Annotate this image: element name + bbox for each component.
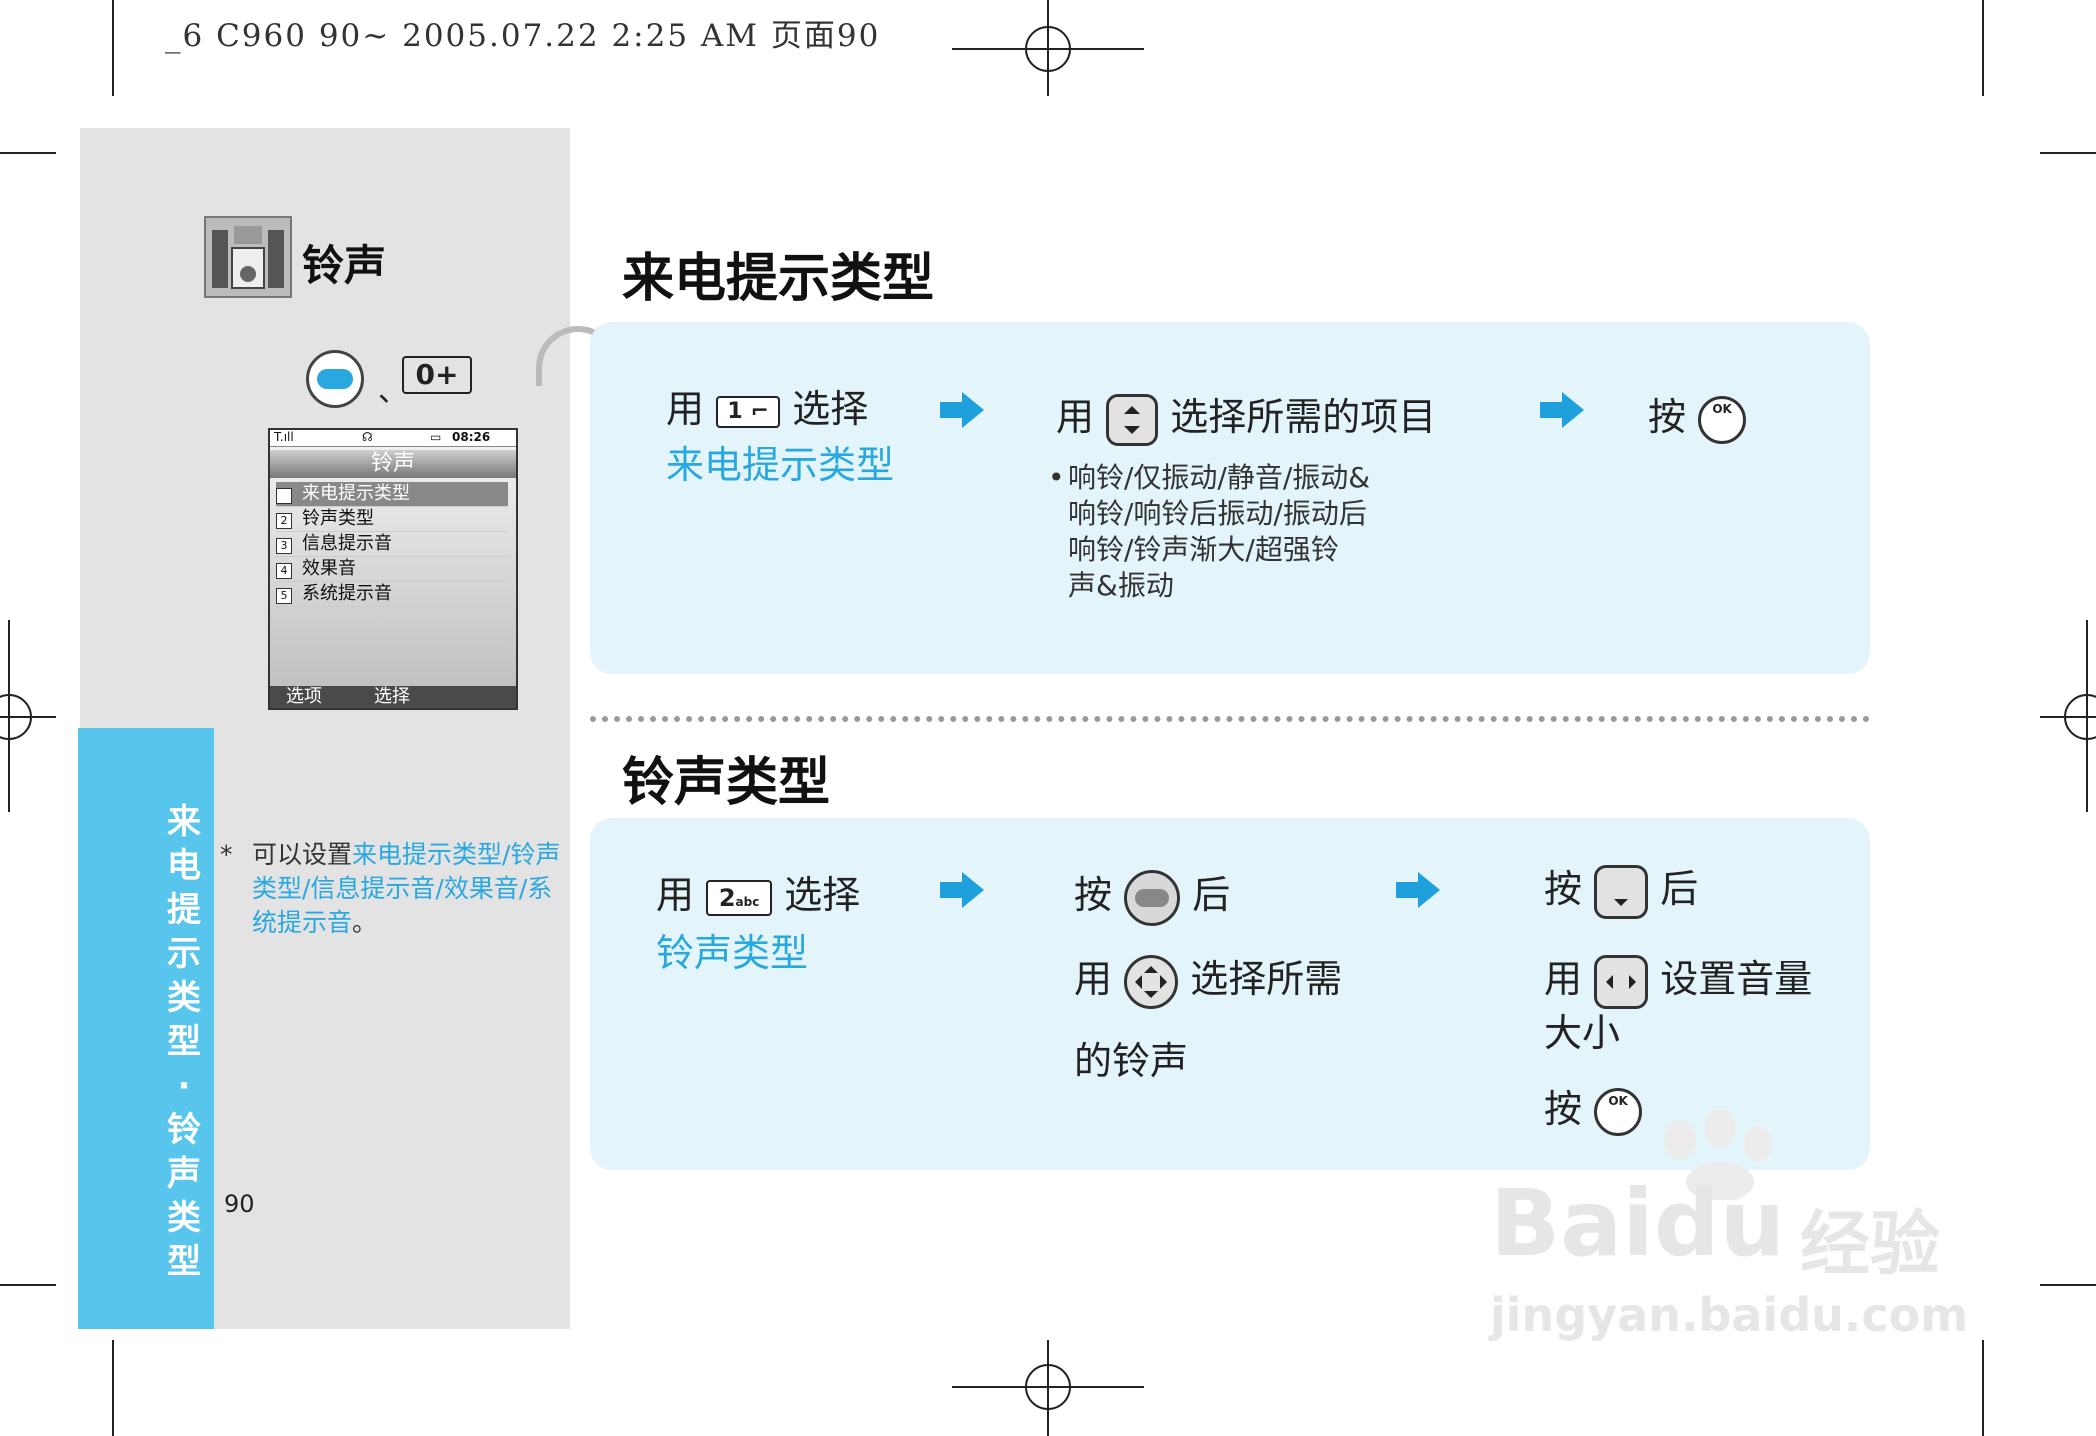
speaker-system-icon	[204, 216, 292, 298]
key-0-icon: 0+	[402, 356, 472, 394]
crop-mark	[1982, 1340, 1984, 1436]
s1-step2: 用 选择所需的项目	[1056, 386, 1436, 446]
registration-mark	[0, 694, 32, 740]
crop-mark	[1982, 0, 1984, 96]
key-1-icon: 1 ⌐	[716, 395, 781, 428]
s2-step2a: 按 后	[1074, 864, 1230, 926]
nav-left-right-key-icon	[1594, 954, 1649, 1009]
note-suffix: 。	[352, 908, 378, 937]
nav-four-way-key-icon	[1124, 954, 1179, 1009]
menu-soft-key-icon	[306, 350, 364, 408]
section1-panel: 用 1 ⌐ 选择 来电提示类型 用 选择所需的项目 • 响铃/仅振动/静音/振动…	[590, 322, 1870, 674]
s2-step3a: 按 后	[1544, 858, 1698, 919]
screen-title: 铃声	[270, 450, 516, 478]
registration-mark	[1025, 26, 1071, 72]
key-2-icon: 2abc	[706, 879, 773, 916]
s1-step3: 按 OK	[1648, 386, 1747, 444]
crop-mark	[2040, 152, 2096, 154]
status-bar: T.ıll ☊ ▭ 08:26	[270, 430, 516, 447]
ok-key-icon: OK	[1698, 395, 1747, 444]
side-tab: 来电提示类型·铃声类型	[78, 728, 214, 1329]
status-time: 08:26	[452, 430, 491, 444]
nav-up-down-key-icon	[1106, 393, 1159, 446]
menu-item[interactable]: 2 铃声类型	[276, 507, 508, 532]
section2-title: 铃声类型	[622, 753, 831, 813]
s1-target: 来电提示类型	[666, 443, 895, 487]
crop-mark	[2040, 1284, 2096, 1286]
s2-step2c: 的铃声	[1074, 1039, 1189, 1083]
watermark-url: jingyan.baidu.com	[1490, 1288, 1969, 1342]
registration-mark	[1025, 1364, 1071, 1410]
ringer-icon: ☊	[362, 430, 373, 444]
menu-item[interactable]: 1 来电提示类型	[276, 482, 508, 507]
note-star: *	[220, 840, 233, 869]
watermark-brand: Baidu	[1490, 1170, 1786, 1277]
s2-step1: 用 2abc 选择	[656, 873, 861, 917]
signal-icon: T.ıll	[274, 430, 294, 444]
menu-soft-key-icon	[1124, 869, 1181, 926]
nav-down-key-icon	[1594, 864, 1649, 919]
registration-mark	[2064, 694, 2096, 740]
s2-target: 铃声类型	[656, 931, 809, 975]
soft-key-right[interactable]: 选择	[374, 686, 410, 708]
phone-screen: T.ıll ☊ ▭ 08:26 铃声 1 来电提示类型 2 铃声类型 3 信息提示音 …	[268, 428, 518, 710]
page-number: 90	[224, 1190, 255, 1218]
print-header: _6 C960 90~ 2005.07.22 2:25 AM 页面90	[165, 18, 881, 54]
watermark: Baidu 经验 jingyan.baidu.com	[1480, 1110, 2000, 1350]
crop-mark	[112, 0, 114, 96]
category-title: 铃声	[302, 241, 387, 290]
s2-step3c: 大小	[1544, 1011, 1621, 1055]
menu-item[interactable]: 5 系统提示音	[276, 582, 508, 607]
s1-step1: 用 1 ⌐ 选择	[666, 387, 869, 431]
battery-icon: ▭	[430, 430, 442, 444]
soft-key-left[interactable]: 选项	[286, 686, 322, 708]
menu-item[interactable]: 4 效果音	[276, 557, 508, 582]
crop-mark	[0, 152, 56, 154]
crop-mark	[112, 1340, 114, 1436]
watermark-suffix: 经验	[1800, 1203, 1940, 1285]
menu-item[interactable]: 3 信息提示音	[276, 532, 508, 557]
section-divider	[590, 716, 1870, 722]
side-tab-label: 来电提示类型·铃声类型	[167, 802, 201, 1282]
crop-mark	[0, 1284, 56, 1286]
note-prefix: 可以设置	[252, 840, 353, 869]
s2-step3b: 用 设置音量	[1544, 948, 1812, 1009]
note: * 可以设置来电提示类型/铃声类型/信息提示音/效果音/系统提示音。	[220, 838, 562, 940]
s1-options: • 响铃/仅振动/静音/振动& 响铃/响铃后振动/振动后 响铃/铃声渐大/超强铃…	[1048, 461, 1371, 602]
section1-title: 来电提示类型	[622, 249, 935, 309]
s2-step2b: 用 选择所需	[1074, 948, 1342, 1009]
soft-key-bar: 选项 选择	[270, 686, 516, 708]
